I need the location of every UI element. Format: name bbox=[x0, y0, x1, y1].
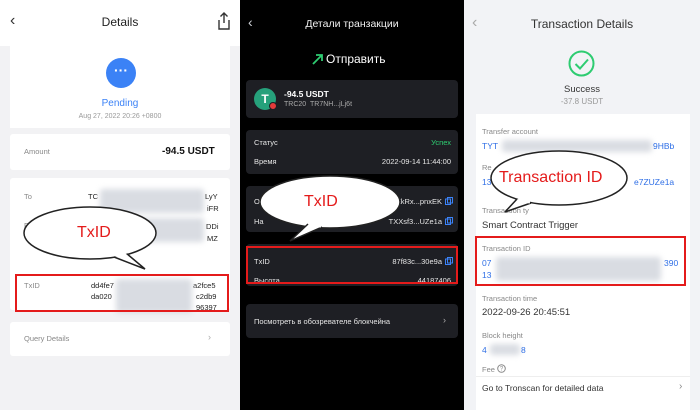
chevron-right-icon: › bbox=[679, 381, 683, 392]
query-details-label: Query Details bbox=[24, 334, 70, 343]
page-title: Details bbox=[101, 15, 139, 29]
from-address-end-1: DDi bbox=[206, 222, 219, 231]
explorer-link[interactable]: Посмотреть в обозревателе блокчейна bbox=[254, 317, 390, 326]
status-label: Статус bbox=[254, 138, 278, 147]
more-dots-icon: ··· bbox=[106, 58, 136, 88]
tron-badge-icon bbox=[269, 102, 277, 110]
asset-address: TR7NH...jLj6t bbox=[310, 101, 353, 108]
tronscan-link[interactable]: Go to Tronscan for detailed data bbox=[482, 383, 603, 393]
amount-text: -37.8 USDT bbox=[560, 97, 604, 106]
transaction-time-value: 2022-09-26 20:45:51 bbox=[482, 307, 571, 318]
time-label: Время bbox=[254, 157, 277, 166]
chevron-right-icon: › bbox=[443, 315, 446, 325]
status-text: Pending bbox=[101, 98, 139, 109]
block-height-start[interactable]: 4 bbox=[482, 345, 487, 355]
fee-label: Fee bbox=[482, 365, 495, 374]
chevron-right-icon: › bbox=[208, 332, 211, 342]
from-address-end-2: MZ bbox=[207, 234, 218, 243]
send-label: Отправить bbox=[326, 52, 386, 66]
asset-amount: -94.5 USDT bbox=[284, 89, 329, 99]
page-title: Transaction Details bbox=[530, 17, 634, 31]
send-icon bbox=[312, 54, 323, 65]
annotation-label: Transaction ID bbox=[499, 169, 603, 186]
share-icon[interactable] bbox=[217, 12, 231, 30]
copy-icon[interactable] bbox=[445, 217, 453, 225]
annotation-label: TxID bbox=[304, 193, 338, 210]
to-address-end-2: iFR bbox=[207, 204, 219, 213]
redacted-block-height bbox=[490, 344, 520, 355]
check-circle-icon bbox=[568, 50, 595, 77]
asset-card bbox=[246, 80, 458, 118]
transaction-time-label: Transaction time bbox=[482, 294, 538, 303]
txid-highlight-box bbox=[246, 246, 458, 284]
transfer-account-label: Transfer account bbox=[482, 127, 538, 136]
amount-value: -94.5 USDT bbox=[162, 146, 215, 157]
status-value: Успех bbox=[431, 138, 451, 147]
transfer-account-end[interactable]: 9HBb bbox=[653, 141, 674, 151]
txid-highlight-box bbox=[15, 274, 229, 312]
to-address-start: TC bbox=[88, 192, 98, 201]
receive-account-end[interactable]: e7ZUZe1a bbox=[634, 177, 674, 187]
status-text: Success bbox=[564, 84, 600, 95]
to-address-end-1: LyY bbox=[205, 192, 218, 201]
block-height-label: Block height bbox=[482, 331, 523, 340]
time-value: 2022-09-14 11:44:00 bbox=[381, 157, 451, 166]
transaction-date: Aug 27, 2022 20:26 +0800 bbox=[78, 113, 162, 120]
block-height-end[interactable]: 8 bbox=[521, 345, 526, 355]
asset-network: TRC20 bbox=[284, 101, 307, 108]
annotation-label: TxID bbox=[77, 224, 111, 241]
copy-icon[interactable] bbox=[445, 197, 453, 205]
page-title: Детали транзакции bbox=[305, 18, 399, 30]
transaction-type-value: Smart Contract Trigger bbox=[482, 220, 579, 231]
help-icon[interactable]: ? bbox=[497, 364, 506, 373]
to-label: To bbox=[24, 192, 32, 201]
transaction-id-highlight-box bbox=[475, 236, 686, 286]
status-card bbox=[246, 130, 458, 174]
amount-label: Amount bbox=[24, 147, 50, 156]
